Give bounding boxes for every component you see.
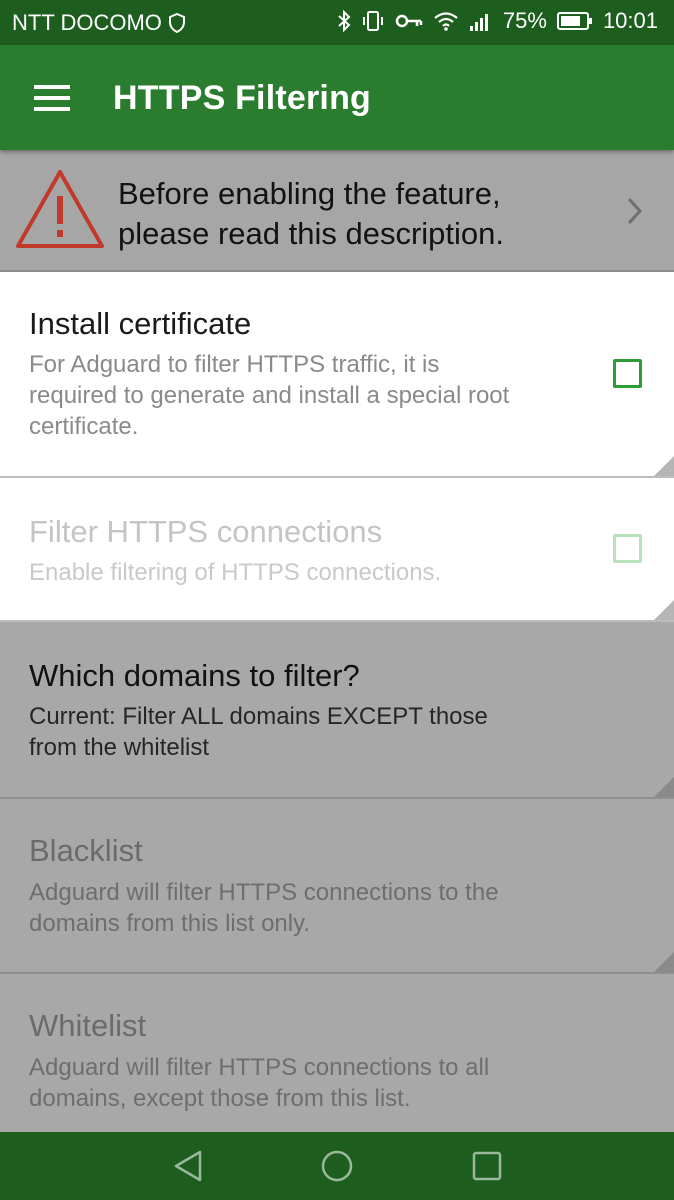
setting-description-line: For Adguard to filter HTTPS traffic, it … (29, 351, 440, 378)
banner-line-1: Before enabling the feature, (118, 176, 501, 211)
row-corner-fold (654, 952, 674, 972)
recents-icon[interactable] (471, 1149, 503, 1188)
setting-title: Filter HTTPS connections (29, 514, 383, 549)
banner-text: Before enabling the feature, please read… (118, 174, 588, 254)
screen: NTT DOCOMO 75% 10:01 HTTPS Filtering Bef… (0, 0, 674, 1200)
setting-description-line: Current: Filter ALL domains EXCEPT those (29, 703, 488, 730)
banner-line-2: please read this description. (118, 216, 505, 251)
bluetooth-icon (337, 9, 351, 33)
setting-description: Adguard will filter HTTPS connections to… (29, 1052, 589, 1114)
setting-title: Which domains to filter? (29, 658, 360, 693)
setting-description-line: required to generate and install a speci… (29, 382, 510, 409)
setting-install-certificate[interactable]: Install certificate For Adguard to filte… (0, 272, 674, 478)
battery-percent: 75% (502, 8, 547, 33)
battery-icon (556, 11, 593, 31)
setting-description: Adguard will filter HTTPS connections to… (29, 877, 589, 939)
install-certificate-checkbox[interactable] (613, 359, 642, 388)
setting-description: Enable filtering of HTTPS connections. (29, 557, 589, 588)
chevron-right-icon (624, 195, 646, 232)
setting-title: Install certificate (29, 306, 252, 341)
page-title: HTTPS Filtering (113, 79, 371, 117)
signal-icon (469, 10, 493, 32)
shield-icon (168, 13, 186, 33)
setting-description-line: from the whitelist (29, 734, 210, 761)
vpn-key-icon (395, 11, 423, 31)
setting-description-line: certificate. (29, 413, 139, 440)
clock: 10:01 (602, 8, 658, 33)
setting-blacklist[interactable]: Blacklist Adguard will filter HTTPS conn… (0, 799, 674, 974)
carrier-name: NTT DOCOMO (12, 10, 162, 35)
carrier-group: NTT DOCOMO (12, 10, 186, 36)
row-corner-fold (654, 777, 674, 797)
navigation-bar (0, 1132, 674, 1200)
setting-description-line: Enable filtering of HTTPS connections. (29, 559, 442, 586)
filter-https-checkbox[interactable] (613, 534, 642, 563)
app-bar: HTTPS Filtering (0, 45, 674, 150)
setting-description-line: domains, except those from this list. (29, 1085, 411, 1112)
row-corner-fold (654, 456, 674, 476)
status-bar: NTT DOCOMO 75% 10:01 (0, 0, 674, 45)
back-icon[interactable] (172, 1149, 204, 1188)
setting-description: For Adguard to filter HTTPS traffic, it … (29, 349, 589, 442)
setting-description-line: Adguard will filter HTTPS connections to… (29, 879, 499, 906)
setting-title: Whitelist (29, 1008, 147, 1043)
setting-filter-https[interactable]: Filter HTTPS connections Enable filterin… (0, 478, 674, 622)
setting-title: Blacklist (29, 833, 143, 868)
description-banner[interactable]: Before enabling the feature, please read… (0, 150, 674, 272)
setting-description: Current: Filter ALL domains EXCEPT those… (29, 701, 589, 763)
setting-description-line: Adguard will filter HTTPS connections to… (29, 1054, 490, 1081)
vibrate-icon (361, 9, 385, 33)
setting-which-domains[interactable]: Which domains to filter? Current: Filter… (0, 622, 674, 799)
row-corner-fold (654, 600, 674, 620)
status-icons: 75% 10:01 (337, 8, 658, 34)
warning-icon (14, 168, 106, 255)
setting-whitelist[interactable]: Whitelist Adguard will filter HTTPS conn… (0, 974, 674, 1132)
home-icon[interactable] (320, 1149, 354, 1188)
setting-description-line: domains from this list only. (29, 910, 310, 937)
hamburger-menu-icon[interactable] (34, 85, 72, 113)
wifi-icon (433, 10, 459, 32)
